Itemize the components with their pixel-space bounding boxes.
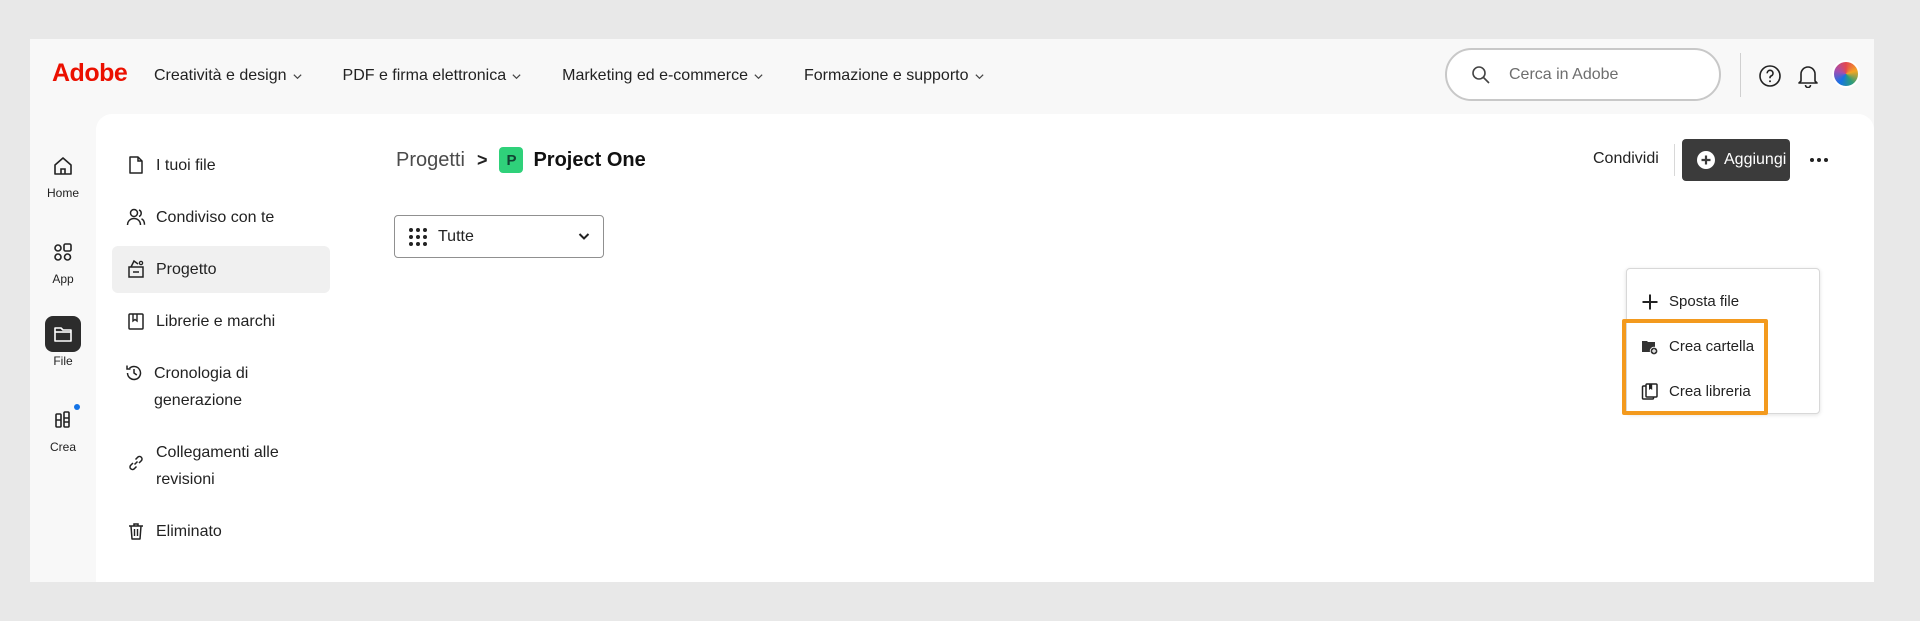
chevron-down-icon bbox=[512, 73, 521, 79]
nav-item-formazione[interactable]: Formazione e supporto bbox=[804, 67, 985, 85]
help-icon[interactable] bbox=[1758, 64, 1782, 88]
add-button[interactable]: Aggiungi bbox=[1682, 139, 1790, 181]
chevron-down-icon bbox=[292, 73, 302, 79]
main-panel: I tuoi file Condiviso con te Progetto Li… bbox=[96, 114, 1874, 582]
avatar[interactable] bbox=[1832, 60, 1860, 88]
page-title: Project One bbox=[533, 148, 646, 171]
project-icon bbox=[128, 259, 144, 278]
file-icon bbox=[129, 156, 143, 174]
notification-dot bbox=[74, 404, 80, 410]
top-navigation: Adobe Creatività e design PDF e firma el… bbox=[30, 39, 1874, 114]
filter-value: Tutte bbox=[438, 227, 474, 245]
sidebar-item-label: Librerie e marchi bbox=[156, 313, 276, 330]
sidebar-item-your-files[interactable]: I tuoi file bbox=[112, 142, 330, 189]
add-button-label: Aggiungi bbox=[1724, 151, 1787, 168]
chevron-down-icon bbox=[754, 73, 763, 79]
sidebar-item-libraries[interactable]: Librerie e marchi bbox=[112, 298, 330, 345]
people-icon bbox=[126, 208, 146, 226]
files-sidebar: I tuoi file Condiviso con te Progetto Li… bbox=[112, 142, 330, 560]
link-icon bbox=[129, 455, 143, 471]
sidebar-item-label-line1: Collegamenti alle bbox=[156, 444, 279, 461]
rail-label: File bbox=[53, 354, 73, 368]
menu-item-label: Sposta file bbox=[1669, 293, 1740, 310]
more-options-icon[interactable] bbox=[1807, 148, 1831, 172]
rail-item-crea[interactable]: Crea bbox=[30, 402, 96, 454]
search-input[interactable]: Cerca in Adobe bbox=[1445, 48, 1721, 101]
plus-circle-icon bbox=[1697, 151, 1715, 169]
nav-item-creativita[interactable]: Creatività e design bbox=[154, 67, 303, 85]
search-icon bbox=[1472, 65, 1490, 84]
sidebar-item-label-line2: revisioni bbox=[156, 471, 215, 488]
rail-item-home[interactable]: Home bbox=[30, 148, 96, 200]
nav-menu: Creatività e design PDF e firma elettron… bbox=[154, 67, 1025, 85]
rail-label: Home bbox=[46, 186, 79, 200]
menu-item-move-file[interactable]: Sposta file bbox=[1627, 279, 1819, 324]
left-rail: Home App File Crea bbox=[30, 114, 96, 582]
project-badge: P bbox=[499, 147, 524, 173]
library-icon bbox=[128, 313, 144, 330]
chevron-down-icon bbox=[974, 73, 984, 79]
sidebar-item-review-links[interactable]: Collegamenti alle revisioni bbox=[112, 429, 330, 503]
sidebar-item-project[interactable]: Progetto bbox=[112, 246, 330, 293]
nav-item-label: Formazione e supporto bbox=[803, 67, 969, 84]
sidebar-item-label: Collegamenti alle revisioni bbox=[156, 439, 279, 493]
rail-item-file[interactable]: File bbox=[30, 316, 96, 368]
nav-item-marketing[interactable]: Marketing ed e-commerce bbox=[562, 67, 764, 85]
nav-item-label: PDF e firma elettronica bbox=[342, 67, 507, 84]
plus-icon bbox=[1642, 294, 1658, 309]
chevron-down-icon bbox=[578, 233, 590, 240]
highlight-box bbox=[1622, 319, 1768, 415]
trash-icon bbox=[129, 523, 143, 540]
apps-icon bbox=[54, 243, 72, 261]
grid-icon bbox=[409, 227, 427, 246]
rail-icon-wrap bbox=[45, 316, 81, 352]
nav-divider bbox=[1740, 53, 1741, 97]
sidebar-item-label: Eliminato bbox=[156, 523, 222, 540]
share-button[interactable]: Condividi bbox=[1593, 150, 1659, 168]
app-frame: Adobe Creatività e design PDF e firma el… bbox=[30, 39, 1874, 582]
bell-icon[interactable] bbox=[1797, 64, 1819, 88]
adobe-logo[interactable]: Adobe bbox=[52, 59, 128, 88]
breadcrumb-parent[interactable]: Progetti bbox=[396, 149, 465, 172]
sidebar-item-label: Progetto bbox=[156, 261, 217, 278]
breadcrumb: Progetti > P Project One bbox=[396, 147, 646, 173]
sidebar-item-history[interactable]: Cronologia di generazione bbox=[112, 350, 330, 424]
sidebar-item-deleted[interactable]: Eliminato bbox=[112, 508, 330, 555]
nav-item-pdf[interactable]: PDF e firma elettronica bbox=[343, 67, 523, 85]
rail-item-app[interactable]: App bbox=[30, 234, 96, 286]
nav-item-label: Marketing ed e-commerce bbox=[562, 67, 748, 84]
folder-icon bbox=[54, 327, 72, 342]
action-divider bbox=[1674, 144, 1675, 176]
rail-label: Crea bbox=[49, 440, 76, 454]
sidebar-item-label: I tuoi file bbox=[156, 157, 216, 174]
rail-icon-wrap bbox=[45, 234, 81, 270]
rail-label: App bbox=[52, 272, 74, 286]
rail-icon-wrap bbox=[45, 148, 81, 184]
filter-select[interactable]: Tutte bbox=[394, 215, 604, 258]
breadcrumb-separator: > bbox=[476, 149, 488, 170]
sidebar-item-label: Condiviso con te bbox=[156, 209, 275, 226]
home-icon bbox=[54, 157, 72, 175]
sidebar-item-shared[interactable]: Condiviso con te bbox=[112, 194, 330, 241]
search-placeholder: Cerca in Adobe bbox=[1509, 65, 1619, 83]
history-icon bbox=[126, 365, 142, 381]
nav-item-label: Creatività e design bbox=[154, 67, 287, 84]
create-icon bbox=[55, 411, 70, 428]
sidebar-item-label: Cronologia di generazione bbox=[154, 365, 249, 409]
